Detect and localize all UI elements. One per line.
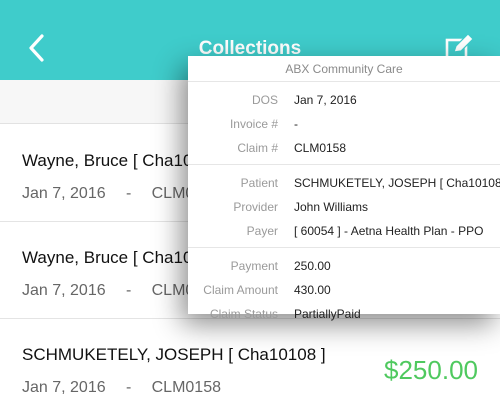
detail-row-claim-amount: Claim Amount 430.00: [188, 278, 500, 302]
popover-title: ABX Community Care: [188, 56, 500, 82]
list-item[interactable]: SCHMUKETELY, JOSEPH [ Cha10108 ] Jan 7, …: [0, 319, 500, 414]
detail-label: DOS: [251, 93, 278, 107]
detail-row-invoice: Invoice # -: [188, 112, 500, 136]
row-date: Jan 7, 2016: [22, 282, 106, 299]
row-separator: -: [125, 379, 132, 396]
row-meta: Jan 7, 2016- CLM01: [22, 282, 203, 300]
detail-row-claim: Claim # CLM0158: [188, 136, 500, 160]
detail-label: Patient: [240, 176, 278, 190]
detail-row-payer: Payer [ 60054 ] - Aetna Health Plan - PP…: [188, 219, 500, 243]
row-claim: CLM0158: [151, 379, 221, 396]
patient-name: SCHMUKETELY, JOSEPH [ Cha10108 ]: [22, 345, 326, 364]
detail-label: Payer: [246, 224, 278, 238]
payment-section: Payment 250.00 Claim Amount 430.00 Claim…: [188, 248, 500, 330]
detail-value: Jan 7, 2016: [294, 93, 357, 107]
row-date: Jan 7, 2016: [22, 185, 106, 202]
detail-value: -: [294, 117, 298, 131]
detail-value: CLM0158: [294, 141, 347, 155]
detail-value: [ 60054 ] - Aetna Health Plan - PPO: [294, 224, 484, 238]
row-meta: Jan 7, 2016- CLM01: [22, 185, 203, 203]
row-separator: -: [125, 282, 132, 299]
patient-name: Wayne, Bruce [ Cha10: [22, 151, 193, 170]
detail-value: John Williams: [294, 200, 369, 214]
detail-label: Payment: [230, 259, 278, 273]
detail-value: 250.00: [294, 259, 331, 273]
detail-label: Provider: [233, 200, 278, 214]
detail-row-provider: Provider John Williams: [188, 195, 500, 219]
detail-row-claim-status: Claim Status PartiallyPaid: [188, 302, 500, 326]
row-date: Jan 7, 2016: [22, 379, 106, 396]
detail-row-dos: DOS Jan 7, 2016: [188, 88, 500, 112]
party-section: Patient SCHMUKETELY, JOSEPH [ Cha10108 ]…: [188, 165, 500, 248]
detail-value: PartiallyPaid: [294, 307, 361, 321]
row-separator: -: [125, 185, 132, 202]
detail-label: Claim Amount: [203, 283, 278, 297]
detail-value: SCHMUKETELY, JOSEPH [ Cha10108 ]: [294, 176, 500, 190]
detail-value: 430.00: [294, 283, 331, 297]
detail-row-patient: Patient SCHMUKETELY, JOSEPH [ Cha10108 ]: [188, 171, 500, 195]
claim-section: DOS Jan 7, 2016 Invoice # - Claim # CLM0…: [188, 82, 500, 165]
detail-row-payment: Payment 250.00: [188, 254, 500, 278]
payment-amount: $250.00: [384, 355, 478, 385]
detail-label: Invoice #: [229, 117, 278, 131]
row-meta: Jan 7, 2016 - CLM0158: [22, 379, 221, 397]
detail-label: Claim Status: [209, 307, 278, 321]
patient-name: Wayne, Bruce [ Cha10: [22, 248, 193, 267]
detail-label: Claim #: [237, 141, 278, 155]
claim-details-popover: ABX Community Care DOS Jan 7, 2016 Invoi…: [188, 56, 500, 321]
